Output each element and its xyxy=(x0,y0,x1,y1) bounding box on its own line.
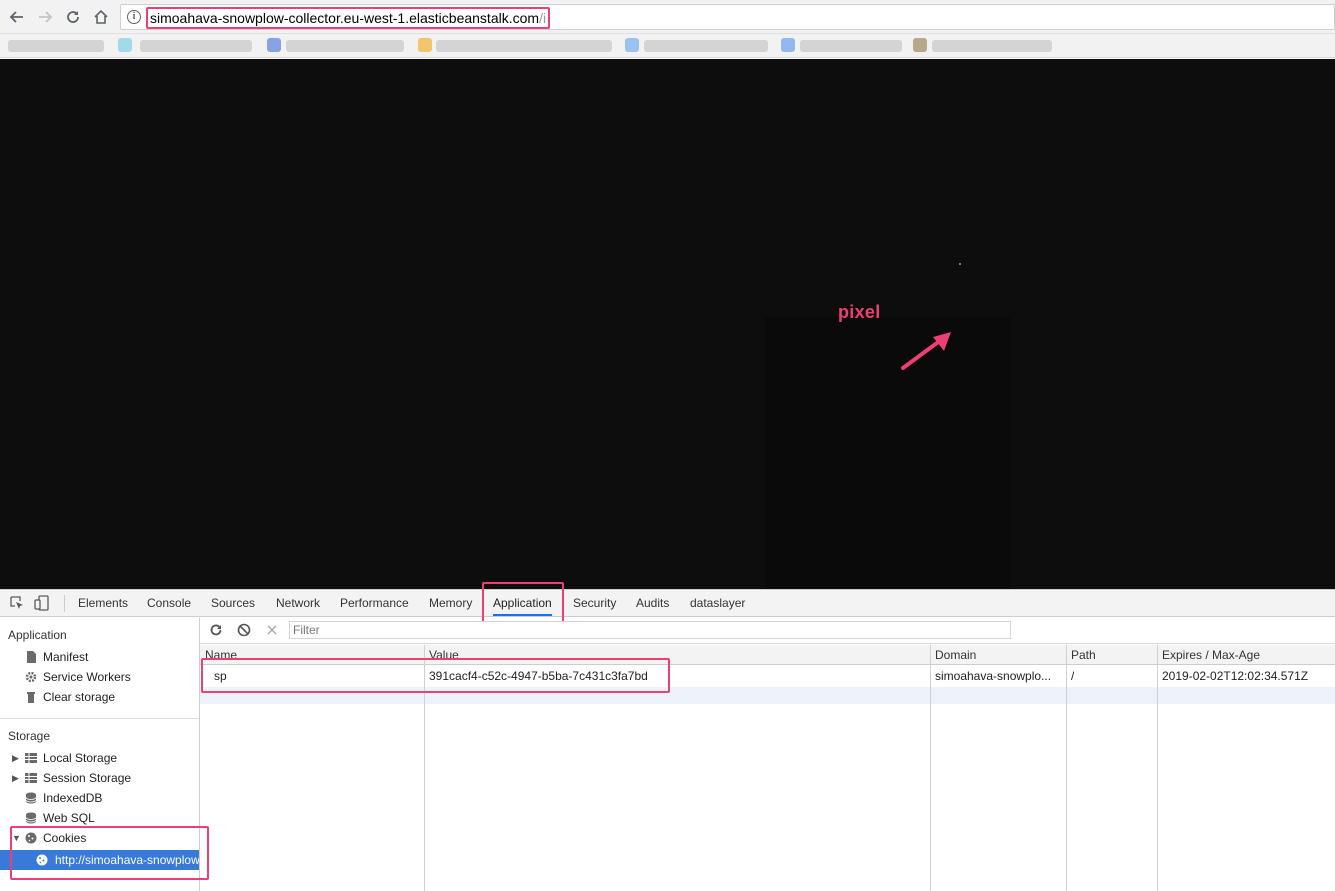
sidebar-item-label: Local Storage xyxy=(43,751,118,765)
database-icon xyxy=(25,792,37,804)
column-header-domain[interactable]: Domain xyxy=(935,648,976,662)
sidebar-item-indexeddb[interactable]: IndexedDB xyxy=(25,788,102,808)
delete-selected-icon[interactable] xyxy=(264,622,280,638)
bookmark-blurred[interactable] xyxy=(140,40,252,52)
sidebar-header-application: Application xyxy=(8,628,67,642)
grid-icon xyxy=(25,753,37,763)
device-toolbar-icon[interactable] xyxy=(34,595,50,611)
tab-memory[interactable]: Memory xyxy=(429,590,472,616)
devtools-tabbar: Elements Console Sources Network Perform… xyxy=(0,582,1335,627)
tab-sources[interactable]: Sources xyxy=(211,590,255,616)
url-host: simoahava-snowplow-collector.eu-west-1.e… xyxy=(150,10,540,26)
address-bar[interactable]: i simoahava-snowplow-collector.eu-west-1… xyxy=(120,4,1335,30)
back-button[interactable] xyxy=(6,6,28,28)
tabbar-separator xyxy=(64,595,65,612)
page-viewport xyxy=(0,59,1335,589)
tab-audits[interactable]: Audits xyxy=(636,590,669,616)
bookmark-blurred[interactable] xyxy=(644,40,768,52)
sidebar-item-label: Clear storage xyxy=(43,690,116,704)
bookmark-favicon xyxy=(781,38,795,52)
bookmark-blurred[interactable] xyxy=(436,40,612,52)
tracking-pixel xyxy=(959,263,961,265)
cookies-toolbar xyxy=(200,618,1335,644)
sidebar-item-local-storage[interactable]: Local Storage xyxy=(25,748,117,768)
column-divider[interactable] xyxy=(930,645,931,891)
arrow-left-icon xyxy=(9,11,23,23)
url-text[interactable]: simoahava-snowplow-collector.eu-west-1.e… xyxy=(146,7,551,29)
url-path: /i xyxy=(539,10,547,26)
tab-console[interactable]: Console xyxy=(147,590,191,616)
tab-performance[interactable]: Performance xyxy=(340,590,409,616)
expand-triangle-icon[interactable]: ▶ xyxy=(12,753,19,764)
bookmark-favicon xyxy=(118,38,132,52)
trash-icon xyxy=(27,692,35,703)
bookmark-blurred[interactable] xyxy=(8,40,104,52)
expand-triangle-icon[interactable]: ▶ xyxy=(12,773,19,784)
clear-all-icon[interactable] xyxy=(236,622,252,638)
sidebar-item-manifest[interactable]: Manifest xyxy=(25,647,88,667)
sidebar-header-storage: Storage xyxy=(8,729,51,743)
sidebar-item-label: Manifest xyxy=(43,650,89,664)
bookmark-favicon xyxy=(418,38,432,52)
browser-toolbar: i simoahava-snowplow-collector.eu-west-1… xyxy=(0,0,1335,34)
grid-icon xyxy=(25,773,37,783)
sidebar-item-label: IndexedDB xyxy=(43,791,103,805)
sidebar-item-session-storage[interactable]: Session Storage xyxy=(25,768,131,788)
arrow-right-icon xyxy=(39,11,53,23)
cookie-path: / xyxy=(1071,669,1075,683)
tab-network[interactable]: Network xyxy=(276,590,320,616)
column-divider[interactable] xyxy=(1066,645,1067,891)
column-header-expires[interactable]: Expires / Max-Age xyxy=(1162,648,1260,662)
cookie-domain: simoahava-snowplo... xyxy=(935,669,1052,683)
filter-input[interactable] xyxy=(289,621,1011,639)
cookies-highlight xyxy=(10,826,209,880)
refresh-icon[interactable] xyxy=(208,622,224,638)
gear-icon xyxy=(25,671,37,683)
sidebar-item-service-workers[interactable]: Service Workers xyxy=(25,667,131,687)
tab-elements[interactable]: Elements xyxy=(78,590,128,616)
home-icon xyxy=(94,9,108,24)
forward-button[interactable] xyxy=(34,6,56,28)
tab-security[interactable]: Security xyxy=(573,590,616,616)
sidebar-item-label: Service Workers xyxy=(43,670,131,684)
info-icon[interactable]: i xyxy=(127,10,141,24)
bookmark-blurred[interactable] xyxy=(286,40,404,52)
home-button[interactable] xyxy=(90,6,112,28)
cookie-expires: 2019-02-02T12:02:34.571Z xyxy=(1162,669,1309,683)
reload-button[interactable] xyxy=(62,6,84,28)
sidebar-item-web-sql[interactable]: Web SQL xyxy=(25,808,95,828)
sidebar-item-clear-storage[interactable]: Clear storage xyxy=(25,687,115,707)
reload-icon xyxy=(67,11,79,23)
pixel-annotation-label: pixel xyxy=(838,302,881,322)
annotation-arrow-icon xyxy=(901,332,951,370)
cookie-row-highlight xyxy=(201,658,670,693)
bookmark-blurred[interactable] xyxy=(800,40,902,52)
sidebar-divider xyxy=(0,718,199,719)
sidebar-item-label: Web SQL xyxy=(43,811,95,825)
tab-dataslayer[interactable]: dataslayer xyxy=(690,590,745,616)
pixel-image-area xyxy=(765,317,1010,589)
column-header-path[interactable]: Path xyxy=(1071,648,1096,662)
bookmark-favicon xyxy=(625,38,639,52)
sidebar-item-label: Session Storage xyxy=(43,771,132,785)
inspect-element-icon[interactable] xyxy=(9,595,25,611)
column-divider[interactable] xyxy=(1157,645,1158,891)
bookmark-blurred[interactable] xyxy=(932,40,1052,52)
bookmark-favicon xyxy=(267,38,281,52)
bookmark-favicon xyxy=(913,38,927,52)
database-icon xyxy=(25,812,37,824)
bookmarks-bar xyxy=(0,34,1335,58)
document-icon xyxy=(27,651,36,663)
